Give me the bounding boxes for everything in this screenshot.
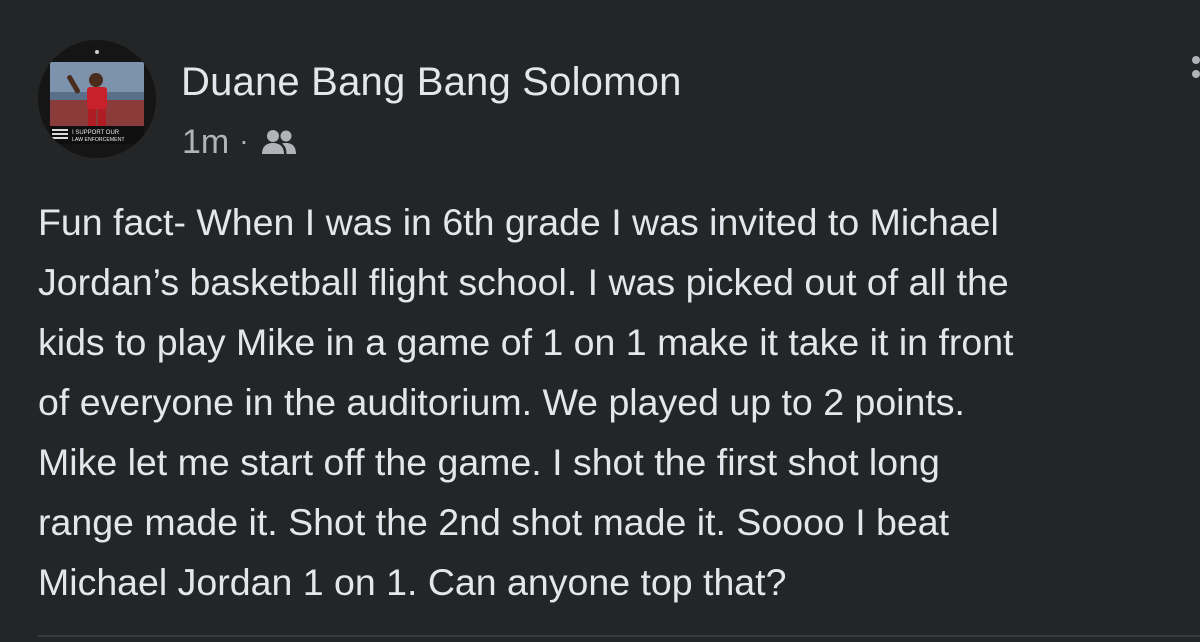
- post-body-line: Jordan’s basketball flight school. I was…: [38, 261, 1009, 303]
- post-meta: 1m ·: [182, 122, 297, 162]
- post-body-line: Fun fact- When I was in 6th grade I was …: [38, 201, 999, 243]
- more-options-icon[interactable]: [1192, 56, 1200, 78]
- divider: [38, 635, 1200, 637]
- separator: ·: [239, 125, 249, 156]
- post-body-line: of everyone in the auditorium. We played…: [38, 381, 965, 423]
- post-body-line: kids to play Mike in a game of 1 on 1 ma…: [38, 321, 1014, 363]
- post-body-line: Michael Jordan 1 on 1. Can anyone top th…: [38, 561, 787, 603]
- avatar[interactable]: I SUPPORT OUR LAW ENFORCEMENT: [38, 40, 156, 158]
- post-body: Fun fact- When I was in 6th grade I was …: [38, 192, 1200, 612]
- post-body-line: Mike let me start off the game. I shot t…: [38, 441, 940, 483]
- avatar-image: I SUPPORT OUR LAW ENFORCEMENT: [38, 40, 156, 158]
- post-card: I SUPPORT OUR LAW ENFORCEMENT Duane Bang…: [0, 0, 1200, 642]
- friends-icon[interactable]: [261, 128, 297, 156]
- avatar-caption-line1: I SUPPORT OUR: [72, 130, 120, 136]
- author-name[interactable]: Duane Bang Bang Solomon: [181, 60, 682, 105]
- timestamp[interactable]: 1m: [182, 123, 229, 162]
- post-body-line: range made it. Shot the 2nd shot made it…: [38, 501, 950, 543]
- avatar-caption-line2: LAW ENFORCEMENT: [72, 137, 125, 143]
